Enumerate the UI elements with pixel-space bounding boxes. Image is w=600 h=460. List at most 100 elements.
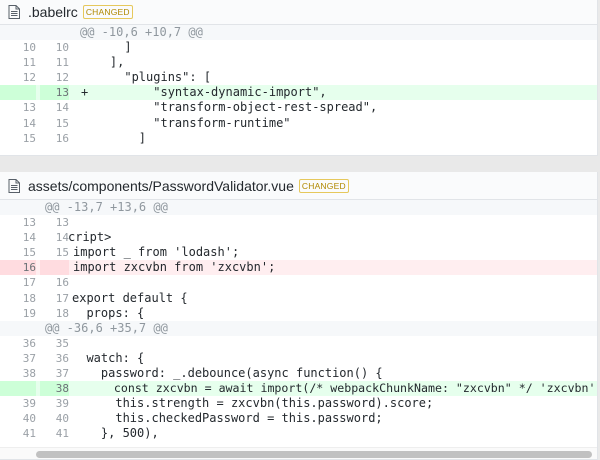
- old-line-number[interactable]: 14: [0, 230, 36, 245]
- file-header[interactable]: assets/components/PasswordValidator.vue …: [0, 172, 597, 200]
- old-line-number[interactable]: 15: [0, 245, 36, 260]
- diff-line: 12 12 "plugins": [: [0, 70, 597, 85]
- old-line-number[interactable]: 41: [0, 426, 36, 441]
- old-line-number[interactable]: 13: [0, 215, 36, 230]
- scrollbar-thumb[interactable]: [36, 451, 592, 458]
- old-line-number[interactable]: 10: [0, 40, 36, 55]
- line-code: ]: [81, 40, 132, 55]
- new-line-number[interactable]: 12: [40, 70, 69, 85]
- diff-file-password-validator: assets/components/PasswordValidator.vue …: [0, 172, 598, 460]
- old-line-number[interactable]: 37: [0, 351, 36, 366]
- diff-line: 13 14 "transform-object-rest-spread",: [0, 100, 597, 115]
- old-line-number[interactable]: 39: [0, 396, 36, 411]
- diff-file-babelrc: .babelrc CHANGED @@ -10,6 +10,7 @@ 10 10…: [0, 0, 598, 156]
- diff-lines: @@ -10,6 +10,7 @@ 10 10 ] 11 11 ], 12 12…: [0, 25, 597, 146]
- line-code: }, 500),: [72, 426, 159, 441]
- diff-line: 37 36 watch: {: [0, 351, 597, 366]
- line-code: watch: {: [72, 350, 145, 365]
- line-code: this.checkedPassword = this.password;: [72, 411, 383, 426]
- old-line-number[interactable]: 14: [0, 116, 36, 131]
- diff-lines: @@ -13,7 +13,6 @@ 13 13 14 14 cript> 15 …: [0, 200, 597, 442]
- old-line-number[interactable]: 40: [0, 411, 36, 426]
- new-line-number[interactable]: 13: [40, 215, 69, 230]
- file-name[interactable]: assets/components/PasswordValidator.vue: [28, 178, 294, 194]
- line-code: this.strength = zxcvbn(this.password).sc…: [72, 396, 434, 411]
- diff-line: 15 15 import _ from 'lodash';: [0, 245, 597, 260]
- old-line-number[interactable]: 15: [0, 131, 36, 146]
- hunk-text: @@ -36,6 +35,7 @@: [45, 320, 168, 335]
- diff-line: 11 11 ],: [0, 55, 597, 70]
- new-line-number[interactable]: 13: [40, 85, 69, 101]
- line-code: const zxcvbn = await import(/* webpackCh…: [72, 381, 598, 396]
- line-code: "transform-runtime": [81, 115, 291, 130]
- hunk-text: @@ -13,7 +13,6 @@: [45, 200, 168, 214]
- line-code: password: _.debounce(async function() {: [72, 366, 383, 381]
- new-line-number[interactable]: 39: [40, 396, 69, 411]
- line-code: ]: [81, 130, 147, 145]
- new-line-number[interactable]: 16: [40, 131, 69, 146]
- new-line-number[interactable]: 14: [40, 230, 69, 245]
- file-header[interactable]: .babelrc CHANGED: [0, 0, 597, 25]
- line-code: "plugins": [: [81, 70, 212, 85]
- line-code: ],: [81, 55, 125, 70]
- hunk-header[interactable]: @@ -10,6 +10,7 @@: [0, 25, 597, 41]
- old-line-number[interactable]: 19: [0, 306, 36, 321]
- line-code: props: {: [72, 305, 145, 320]
- file-text-icon: [8, 178, 20, 193]
- line-code: "syntax-dynamic-import",: [81, 85, 327, 100]
- diff-line: 17 16: [0, 275, 597, 290]
- new-line-number[interactable]: [40, 260, 69, 276]
- diff-line: 14 14 cript>: [0, 230, 597, 245]
- old-line-number[interactable]: 17: [0, 275, 36, 290]
- line-code: cript>: [68, 230, 112, 245]
- old-line-number[interactable]: 18: [0, 291, 36, 306]
- line-code: import _ from 'lodash';: [73, 245, 240, 260]
- diff-line: 39 39 this.strength = zxcvbn(this.passwo…: [0, 396, 597, 411]
- hunk-text: @@ -10,6 +10,7 @@: [80, 25, 203, 39]
- old-line-number[interactable]: 11: [0, 55, 36, 70]
- diff-line: 15 16 ]: [0, 131, 597, 146]
- new-line-number[interactable]: 15: [40, 116, 69, 131]
- diff-line: 10 10 ]: [0, 40, 597, 55]
- new-line-number[interactable]: 36: [40, 351, 69, 366]
- horizontal-scrollbar[interactable]: [0, 447, 597, 459]
- diff-line-removed: 16 import zxcvbn from 'zxcvbn';: [0, 260, 597, 276]
- diff-line-added: 38 const zxcvbn = await import(/* webpac…: [0, 381, 598, 397]
- diff-line: 36 35: [0, 336, 597, 351]
- hunk-header[interactable]: @@ -13,7 +13,6 @@: [0, 200, 597, 216]
- old-line-number[interactable]: [0, 85, 36, 101]
- old-line-number[interactable]: 12: [0, 70, 36, 85]
- file-name[interactable]: .babelrc: [28, 4, 78, 20]
- new-line-number[interactable]: 14: [40, 100, 69, 115]
- line-code: export default {: [72, 290, 188, 305]
- new-line-number[interactable]: 10: [40, 40, 69, 55]
- old-line-number[interactable]: 16: [0, 260, 36, 276]
- file-text-icon: [8, 5, 20, 19]
- old-line-number[interactable]: [0, 381, 36, 397]
- new-line-number[interactable]: 16: [40, 275, 69, 290]
- diff-line: 14 15 "transform-runtime": [0, 116, 597, 131]
- old-line-number[interactable]: 36: [0, 336, 36, 351]
- changed-badge: CHANGED: [298, 178, 349, 193]
- new-line-number[interactable]: 11: [40, 55, 69, 70]
- diff-line: 19 18 props: {: [0, 306, 597, 321]
- new-line-number[interactable]: 15: [40, 245, 69, 260]
- hunk-header[interactable]: @@ -36,6 +35,7 @@: [0, 320, 597, 336]
- line-code: import zxcvbn from 'zxcvbn';: [73, 260, 276, 275]
- changed-badge: CHANGED: [82, 5, 133, 19]
- diff-line-added: 13 + "syntax-dynamic-import",: [0, 85, 597, 101]
- new-line-number[interactable]: 37: [40, 366, 69, 381]
- diff-line: 40 40 this.checkedPassword = this.passwo…: [0, 411, 597, 426]
- new-line-number[interactable]: 41: [40, 426, 69, 441]
- new-line-number[interactable]: 18: [40, 306, 69, 321]
- new-line-number[interactable]: 17: [40, 291, 69, 306]
- diff-line: 18 17 export default {: [0, 291, 597, 306]
- new-line-number[interactable]: 35: [40, 336, 69, 351]
- diff-line: 38 37 password: _.debounce(async functio…: [0, 366, 597, 381]
- new-line-number[interactable]: 38: [40, 381, 69, 397]
- diff-line: 13 13: [0, 215, 597, 230]
- new-line-number[interactable]: 40: [40, 411, 69, 426]
- old-line-number[interactable]: 38: [0, 366, 36, 381]
- old-line-number[interactable]: 13: [0, 100, 36, 115]
- line-code: "transform-object-rest-spread",: [81, 100, 378, 115]
